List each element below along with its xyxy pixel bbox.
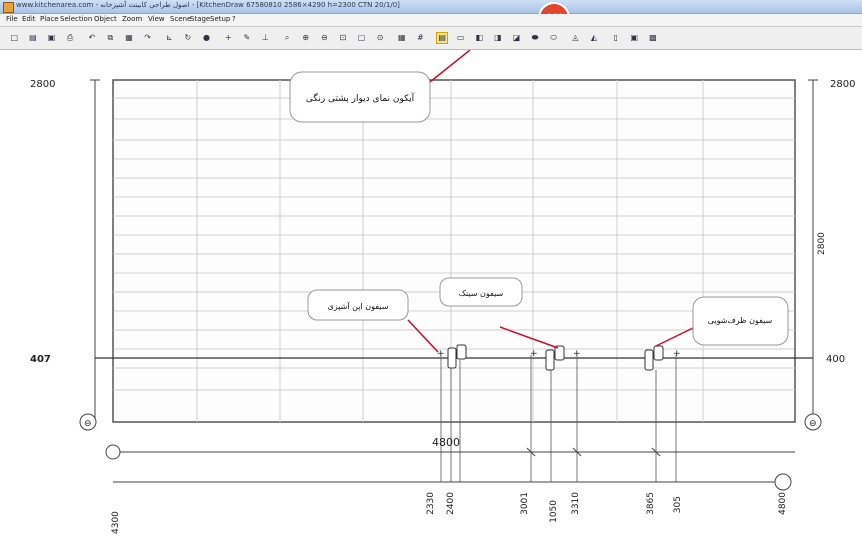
callout-sink-right-text: سیفون ظرف‌شویی	[708, 316, 773, 325]
grid-icon[interactable]: #	[415, 33, 425, 43]
new-icon[interactable]: □	[9, 33, 19, 43]
dimension-origin-marker-icon	[105, 444, 121, 460]
info-icon[interactable]: ●	[202, 33, 212, 43]
svg-text:+: +	[673, 349, 681, 359]
wall-elevation-drawing: 2800 2800 2800 407 400 ⊖ ⊖ + + + + 4800	[30, 49, 855, 534]
folder-icon[interactable]: ▯	[611, 33, 621, 43]
menu-[interactable]: ?	[232, 15, 236, 23]
zoom-icon[interactable]: ⌕	[282, 33, 292, 43]
callout-sink-left-text: سیفون اپن آشپزی	[328, 301, 389, 311]
zoom-previous-icon[interactable]: ⊙	[375, 33, 385, 43]
menu-file[interactable]: File	[6, 15, 18, 23]
shop-icon[interactable]: ▩	[648, 33, 658, 43]
package-icon[interactable]: ▣	[629, 33, 639, 43]
toolbar-tip-pointer	[429, 49, 471, 83]
room-width-label: 4800	[432, 436, 460, 449]
depth-dimension-label: 4300	[111, 511, 121, 534]
svg-text:3865: 3865	[646, 492, 656, 515]
print-icon[interactable]: ⎙	[65, 33, 75, 43]
svg-text:1050: 1050	[549, 500, 559, 523]
plan-icon[interactable]: ▦	[397, 33, 407, 43]
menu-zoom[interactable]: Zoom	[122, 15, 142, 23]
right-height-label: 2800	[830, 79, 855, 90]
color-icon[interactable]: ◭	[589, 33, 599, 43]
menu-setup[interactable]: Setup	[210, 15, 230, 23]
measure-icon[interactable]: ⊾	[164, 33, 174, 43]
render-icon[interactable]: ◬	[570, 33, 580, 43]
open-icon[interactable]: ▤	[28, 33, 38, 43]
menu-view[interactable]: View	[148, 15, 165, 23]
right-level-label: 400	[826, 354, 845, 365]
redo-icon[interactable]: ↷	[143, 33, 153, 43]
rotate-icon[interactable]: ↻	[183, 33, 193, 43]
svg-text:⊖: ⊖	[84, 419, 92, 429]
perspective-icon[interactable]: ◪	[512, 33, 522, 43]
front-elevation-icon[interactable]: ◧	[474, 33, 484, 43]
save-icon[interactable]: ▣	[47, 33, 57, 43]
menu-stage[interactable]: Stage	[190, 15, 210, 23]
menu-bar: File Edit Place Selection Object Zoom View Scen…	[0, 14, 862, 27]
svg-text:2400: 2400	[446, 492, 456, 515]
sphere-icon[interactable]: ⬬	[530, 33, 540, 43]
undo-icon[interactable]: ↶	[87, 33, 97, 43]
bottom-end-marker-icon	[774, 473, 792, 491]
ellipse-icon[interactable]: ⬭	[549, 33, 559, 43]
svg-text:3001: 3001	[520, 492, 530, 515]
ruler-icon[interactable]: ⊥	[260, 33, 270, 43]
drawing-canvas[interactable]: 2800 2800 2800 407 400 ⊖ ⊖ + + + + 4800	[0, 49, 862, 543]
add-icon[interactable]: +	[223, 33, 233, 43]
svg-text:⊖: ⊖	[809, 419, 817, 429]
left-height-label: 2800	[30, 79, 55, 90]
copy-icon[interactable]: ⧉	[105, 33, 115, 43]
vertical-height-dimension-label: 2800	[817, 232, 827, 255]
wall-view-icon[interactable]: ▤	[436, 32, 449, 44]
bottom-dimension-labels: 2330 2400 3001 1050 3310 3865 305 4800	[426, 492, 788, 523]
callout-toolbar-tip-text: آیکون نمای دیوار پشتی رنگی	[306, 92, 415, 104]
zoom-in-icon[interactable]: ⊕	[301, 33, 311, 43]
top-view-icon[interactable]: ▭	[456, 33, 466, 43]
menu-scene[interactable]: Scene	[170, 15, 191, 23]
left-level-label: 407	[30, 354, 51, 365]
menu-place[interactable]: Place	[40, 15, 59, 23]
svg-text:4800: 4800	[778, 492, 788, 515]
paste-icon[interactable]: ▦	[124, 33, 134, 43]
zoom-window-icon[interactable]: ▢	[357, 33, 367, 43]
menu-object[interactable]: Object	[94, 15, 117, 23]
zoom-fit-icon[interactable]: ⊡	[338, 33, 348, 43]
toolbar: □ ▤ ▣ ⎙ ↶ ⧉ ▦ ↷ ⊾ ↻ ● + ✎ ⊥ ⌕ ⊕ ⊖ ⊡ ▢ ⊙ ▦ # ▤ ▭ ◧ ◨ ◪ ⬬ ⬭ ◬ ◭ ▯ ▣ ▩	[0, 27, 862, 50]
svg-text:2330: 2330	[426, 492, 436, 515]
svg-text:3310: 3310	[571, 492, 581, 515]
callout-sink-middle-text: سیفون سینک	[459, 289, 504, 298]
menu-selection[interactable]: Selection	[60, 15, 92, 23]
app-icon	[3, 2, 14, 13]
wall-outline	[112, 79, 796, 423]
title-bar: www.kitchenarea.com - اصول طراحی کابینت …	[0, 0, 862, 14]
svg-text:305: 305	[673, 496, 683, 513]
zoom-out-icon[interactable]: ⊖	[319, 33, 329, 43]
menu-edit[interactable]: Edit	[22, 15, 36, 23]
window-title: www.kitchenarea.com - اصول طراحی کابینت …	[16, 1, 400, 9]
side-elevation-icon[interactable]: ◨	[493, 33, 503, 43]
pencil-icon[interactable]: ✎	[242, 33, 252, 43]
